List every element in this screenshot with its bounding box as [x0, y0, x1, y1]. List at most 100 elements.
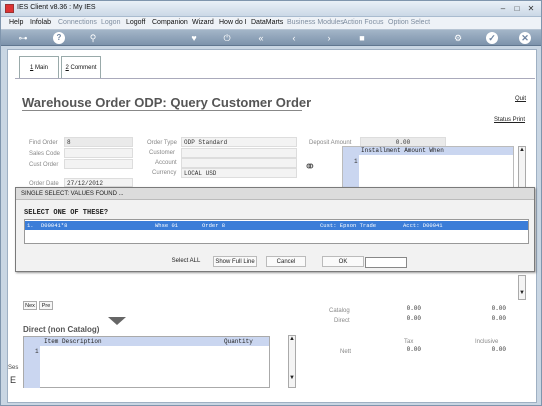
- prev-button[interactable]: Pre: [39, 301, 53, 310]
- tab-comment[interactable]: 2 Comment: [61, 56, 101, 78]
- order-date-field[interactable]: 27/12/2012: [64, 178, 133, 187]
- menu-option-select[interactable]: Option Select: [388, 19, 430, 26]
- catalog-label: Catalog: [329, 308, 350, 314]
- menu-infolab[interactable]: Infolab: [30, 19, 51, 26]
- row-acct: Acct: D00041: [403, 222, 443, 229]
- menu-logoff[interactable]: Logoff: [126, 19, 145, 26]
- installment-row-number: 1: [354, 158, 358, 165]
- col-item-description: Item Description: [44, 338, 102, 345]
- catalog-value-a: 0.00: [406, 305, 421, 312]
- forward-icon[interactable]: ›: [323, 32, 335, 44]
- currency-field[interactable]: LOCAL USD: [181, 168, 297, 178]
- row-cust: Cust: Epson Trade: [320, 222, 377, 229]
- tab-main-label: Main: [35, 65, 49, 71]
- window-title: IES Client v8.36 : My IES: [17, 4, 96, 11]
- currency-label: Currency: [152, 170, 177, 176]
- dialog-input[interactable]: [365, 257, 407, 268]
- tab-divider: [15, 78, 535, 79]
- direct-grid-header: Item Description Quantity: [24, 337, 269, 346]
- nett-value-b: 0.00: [491, 346, 506, 353]
- select-all-button[interactable]: Select ALL: [166, 256, 206, 267]
- link-icon[interactable]: ⚭: [304, 158, 316, 175]
- app-window: IES Client v8.36 : My IES – □ ✕ Help Inf…: [0, 0, 542, 406]
- app-icon: [5, 4, 14, 13]
- menu-companion[interactable]: Companion: [152, 19, 188, 26]
- menu-action-focus[interactable]: Action Focus: [343, 19, 383, 26]
- close-window-button[interactable]: ✕: [525, 4, 537, 14]
- account-field[interactable]: [181, 158, 297, 168]
- scroll-down-icon[interactable]: ▼: [519, 290, 525, 296]
- direct-label: Direct: [334, 318, 350, 324]
- rewind-icon[interactable]: «: [255, 32, 267, 44]
- menu-connections[interactable]: Connections: [58, 19, 97, 26]
- find-order-label: Find Order: [29, 140, 58, 146]
- list-item[interactable]: 1. D00041*8 Whse 01 Order 8 Cust: Epson …: [25, 221, 528, 230]
- settings-icon[interactable]: ⚙: [452, 32, 464, 44]
- minimize-button[interactable]: –: [497, 4, 509, 14]
- tab-main[interactable]: 1 Main: [19, 56, 59, 78]
- direct-row-number: 1: [35, 348, 39, 355]
- direct-value-b: 0.00: [491, 315, 506, 322]
- order-type-label: Order Type: [147, 140, 177, 146]
- scroll-up-icon[interactable]: ▲: [519, 147, 525, 153]
- quit-link[interactable]: Quit: [515, 96, 526, 102]
- direct-scroll-down-icon[interactable]: ▼: [289, 375, 295, 381]
- nett-value-a: 0.00: [406, 346, 421, 353]
- maximize-button[interactable]: □: [511, 4, 523, 14]
- help-icon[interactable]: ?: [53, 32, 65, 44]
- sales-code-field[interactable]: [64, 148, 133, 158]
- down-arrow-icon: [108, 317, 126, 325]
- title-underline: [22, 110, 302, 111]
- dialog-heading: SELECT ONE OF THESE?: [24, 209, 109, 217]
- dialog-list: 1. D00041*8 Whse 01 Order 8 Cust: Epson …: [24, 219, 529, 244]
- menu-wizard[interactable]: Wizard: [192, 19, 214, 26]
- installment-header: Installment Amount When: [343, 147, 513, 155]
- find-order-field[interactable]: 8: [64, 137, 133, 147]
- menu-business-modules[interactable]: Business Modules: [287, 19, 344, 26]
- show-full-line-button[interactable]: Show Full Line: [213, 256, 257, 267]
- heart-icon[interactable]: ♥: [188, 32, 200, 44]
- key-icon[interactable]: ⊶: [13, 32, 33, 44]
- direct-scrollbar[interactable]: ▲ ▼: [288, 335, 296, 388]
- tab-comment-label: Comment: [70, 65, 97, 71]
- next-button[interactable]: Nex: [23, 301, 37, 310]
- direct-grid: Item Description Quantity 1: [23, 336, 270, 388]
- installment-scrollbar[interactable]: ▲: [518, 146, 526, 188]
- check-icon[interactable]: ✓: [486, 32, 498, 44]
- direct-value-a: 0.00: [406, 315, 421, 322]
- page-title: Warehouse Order ODP: Query Customer Orde…: [22, 95, 312, 110]
- stop-icon[interactable]: ■: [356, 32, 368, 44]
- menu-datamarts[interactable]: DataMarts: [251, 19, 283, 26]
- customer-field[interactable]: [181, 148, 297, 158]
- order-type-field[interactable]: ODP Standard: [181, 137, 297, 147]
- inclusive-label: Inclusive: [475, 339, 499, 345]
- account-label: Account: [155, 160, 177, 166]
- ok-button[interactable]: OK: [322, 256, 364, 267]
- back-icon[interactable]: ‹: [288, 32, 300, 44]
- title-bar: IES Client v8.36 : My IES – □ ✕: [1, 1, 541, 17]
- nett-label: Nett: [340, 349, 352, 355]
- toolbar: ⊶ ? ⚲ ♥ ⏻ « ‹ › ■ ⚙ ✓ ✕: [1, 30, 541, 46]
- tax-label: Tax: [404, 339, 414, 345]
- cancel-button[interactable]: Cancel: [266, 256, 306, 267]
- power-icon[interactable]: ⏻: [221, 32, 233, 44]
- dialog-title: SINGLE SELECT: VALUES FOUND ...: [16, 188, 534, 200]
- row-code: D00041*8: [41, 222, 68, 229]
- catalog-value-b: 0.00: [491, 305, 506, 312]
- status-print-link[interactable]: Status Print: [494, 117, 525, 123]
- direct-scroll-up-icon[interactable]: ▲: [289, 336, 295, 342]
- row-whse: Whse 01: [155, 222, 179, 229]
- installment-grid: Installment Amount When 1: [342, 146, 514, 188]
- search-icon[interactable]: ⚲: [87, 32, 99, 44]
- customer-label: Customer: [149, 150, 176, 156]
- menu-how-do-i[interactable]: How do I: [219, 19, 247, 26]
- close-icon[interactable]: ✕: [519, 32, 531, 44]
- sales-code-label: Sales Code: [29, 151, 61, 157]
- cust-order-field[interactable]: [64, 159, 133, 169]
- menu-bar: Help Infolab Connections Logon Logoff Co…: [1, 17, 541, 30]
- menu-logon[interactable]: Logon: [101, 19, 120, 26]
- single-select-dialog: SINGLE SELECT: VALUES FOUND ... SELECT O…: [15, 187, 535, 272]
- lines-scrollbar[interactable]: ▼: [518, 275, 526, 300]
- menu-help[interactable]: Help: [9, 19, 23, 26]
- direct-section-title: Direct (non Catalog): [23, 325, 100, 334]
